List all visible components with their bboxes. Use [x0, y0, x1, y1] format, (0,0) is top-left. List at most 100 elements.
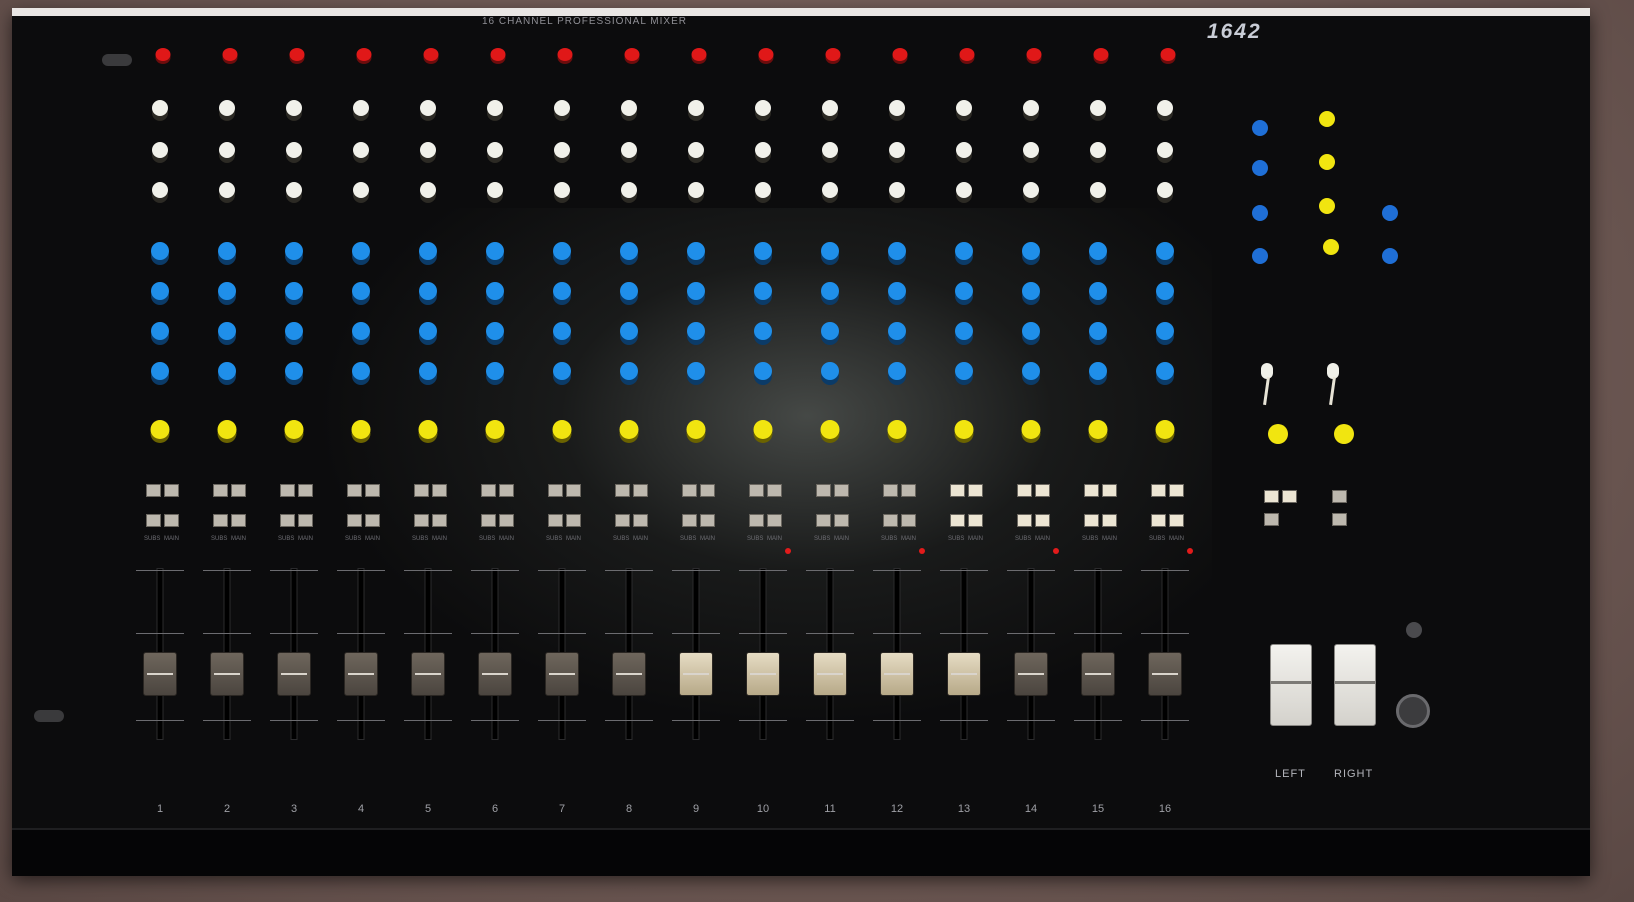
- aux-send-knob[interactable]: [1156, 282, 1174, 300]
- subs-assign-button[interactable]: [749, 514, 764, 527]
- solo-button[interactable]: [566, 484, 581, 497]
- gain-knob[interactable]: [356, 48, 372, 61]
- gain-knob[interactable]: [758, 48, 774, 61]
- gain-knob[interactable]: [490, 48, 506, 61]
- mute-button[interactable]: [816, 484, 831, 497]
- pan-knob[interactable]: [686, 420, 706, 439]
- subs-assign-button[interactable]: [1017, 514, 1032, 527]
- mute-button[interactable]: [213, 484, 228, 497]
- channel-fader[interactable]: [1081, 652, 1115, 696]
- gain-knob[interactable]: [1093, 48, 1109, 61]
- aux-send-knob[interactable]: [754, 282, 772, 300]
- master-button[interactable]: [1332, 490, 1347, 503]
- solo-button[interactable]: [968, 484, 983, 497]
- eq-high-knob[interactable]: [1090, 100, 1106, 116]
- aux-send-knob[interactable]: [419, 282, 437, 300]
- mute-button[interactable]: [280, 484, 295, 497]
- pan-knob[interactable]: [351, 420, 371, 439]
- channel-fader[interactable]: [746, 652, 780, 696]
- subs-assign-button[interactable]: [950, 514, 965, 527]
- aux-send-knob[interactable]: [151, 282, 169, 300]
- mute-button[interactable]: [682, 484, 697, 497]
- pan-knob[interactable]: [753, 420, 773, 439]
- aux-send-knob[interactable]: [1022, 322, 1040, 340]
- eq-low-knob[interactable]: [755, 182, 771, 198]
- main-assign-button[interactable]: [164, 514, 179, 527]
- eq-low-knob[interactable]: [956, 182, 972, 198]
- solo-button[interactable]: [633, 484, 648, 497]
- main-assign-button[interactable]: [1035, 514, 1050, 527]
- pan-knob[interactable]: [1021, 420, 1041, 439]
- eq-low-knob[interactable]: [1023, 182, 1039, 198]
- eq-mid-knob[interactable]: [1023, 142, 1039, 158]
- aux-send-knob[interactable]: [620, 362, 638, 380]
- master-button[interactable]: [1264, 490, 1279, 503]
- aux-send-knob[interactable]: [285, 322, 303, 340]
- mute-button[interactable]: [347, 484, 362, 497]
- pan-knob[interactable]: [1155, 420, 1175, 439]
- main-assign-button[interactable]: [700, 514, 715, 527]
- subs-assign-button[interactable]: [615, 514, 630, 527]
- gain-knob[interactable]: [1160, 48, 1176, 61]
- solo-button[interactable]: [365, 484, 380, 497]
- eq-high-knob[interactable]: [688, 100, 704, 116]
- channel-fader[interactable]: [143, 652, 177, 696]
- aux-send-knob[interactable]: [620, 322, 638, 340]
- eq-mid-knob[interactable]: [621, 142, 637, 158]
- aux-master-knob[interactable]: [1252, 205, 1268, 221]
- main-assign-button[interactable]: [231, 514, 246, 527]
- gain-knob[interactable]: [222, 48, 238, 61]
- aux-send-knob[interactable]: [754, 322, 772, 340]
- mute-button[interactable]: [1017, 484, 1032, 497]
- eq-high-knob[interactable]: [755, 100, 771, 116]
- aux-send-knob[interactable]: [1022, 362, 1040, 380]
- solo-button[interactable]: [700, 484, 715, 497]
- aux-send-knob[interactable]: [151, 362, 169, 380]
- eq-high-knob[interactable]: [152, 100, 168, 116]
- eq-high-knob[interactable]: [286, 100, 302, 116]
- aux-send-knob[interactable]: [888, 362, 906, 380]
- eq-low-knob[interactable]: [152, 182, 168, 198]
- eq-mid-knob[interactable]: [822, 142, 838, 158]
- subs-assign-button[interactable]: [280, 514, 295, 527]
- solo-button[interactable]: [767, 484, 782, 497]
- return-knob[interactable]: [1382, 248, 1398, 264]
- level-knob[interactable]: [1406, 622, 1422, 638]
- aux-send-knob[interactable]: [821, 282, 839, 300]
- aux-send-knob[interactable]: [151, 242, 169, 260]
- aux-send-knob[interactable]: [1022, 282, 1040, 300]
- aux-master-knob[interactable]: [1252, 248, 1268, 264]
- aux-send-knob[interactable]: [486, 282, 504, 300]
- gain-knob[interactable]: [691, 48, 707, 61]
- eq-mid-knob[interactable]: [152, 142, 168, 158]
- eq-low-knob[interactable]: [554, 182, 570, 198]
- main-assign-button[interactable]: [968, 514, 983, 527]
- mute-button[interactable]: [1084, 484, 1099, 497]
- pan-knob[interactable]: [1088, 420, 1108, 439]
- master-pan-knob[interactable]: [1334, 424, 1354, 444]
- eq-low-knob[interactable]: [1090, 182, 1106, 198]
- channel-fader[interactable]: [545, 652, 579, 696]
- channel-fader[interactable]: [679, 652, 713, 696]
- subs-assign-button[interactable]: [414, 514, 429, 527]
- headphone-level-knob[interactable]: [1324, 363, 1342, 403]
- eq-high-knob[interactable]: [822, 100, 838, 116]
- aux-send-knob[interactable]: [754, 362, 772, 380]
- aux-send-knob[interactable]: [352, 282, 370, 300]
- main-assign-button[interactable]: [1169, 514, 1184, 527]
- eq-high-knob[interactable]: [487, 100, 503, 116]
- aux-send-knob[interactable]: [285, 282, 303, 300]
- channel-fader[interactable]: [411, 652, 445, 696]
- channel-fader[interactable]: [1014, 652, 1048, 696]
- aux-send-knob[interactable]: [218, 322, 236, 340]
- aux-send-knob[interactable]: [821, 362, 839, 380]
- mute-button[interactable]: [481, 484, 496, 497]
- aux-send-knob[interactable]: [419, 322, 437, 340]
- aux-send-knob[interactable]: [1089, 242, 1107, 260]
- solo-button[interactable]: [231, 484, 246, 497]
- eq-low-knob[interactable]: [688, 182, 704, 198]
- master-button[interactable]: [1332, 513, 1347, 526]
- gain-knob[interactable]: [289, 48, 305, 61]
- main-assign-button[interactable]: [298, 514, 313, 527]
- aux-send-knob[interactable]: [1089, 362, 1107, 380]
